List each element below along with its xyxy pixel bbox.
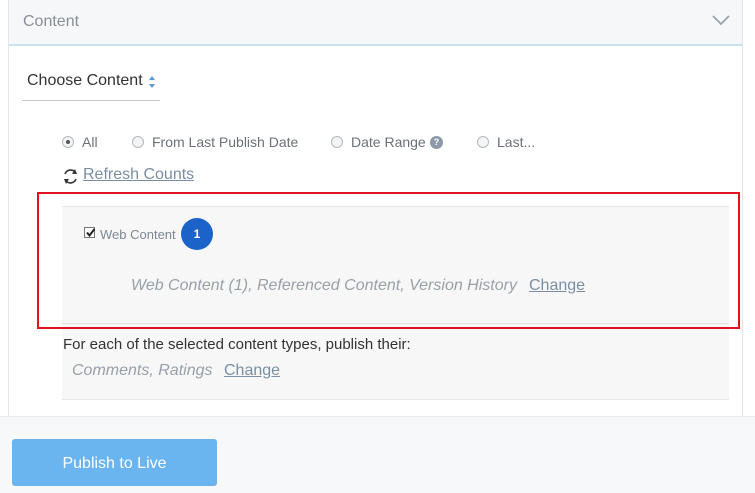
checkmark-icon	[86, 228, 96, 238]
choose-content-label: Choose Content	[27, 72, 143, 89]
radio-button[interactable]	[477, 136, 489, 148]
panel-title: Content	[23, 13, 80, 30]
refresh-counts[interactable]: Refresh Counts	[62, 166, 222, 186]
web-content-summary: Web Content (1), Referenced Content, Ver…	[131, 277, 517, 294]
radio-button[interactable]	[331, 136, 343, 148]
refresh-counts-link[interactable]: Refresh Counts	[83, 166, 194, 184]
radio-label: Date Range	[351, 134, 426, 150]
panel-header[interactable]: Content	[9, 0, 742, 46]
sort-icon	[149, 76, 155, 88]
publish-to-live-button[interactable]: Publish to Live	[12, 439, 217, 486]
web-content-checkbox[interactable]	[84, 227, 96, 238]
radio-label: All	[82, 134, 98, 150]
refresh-icon[interactable]	[62, 168, 79, 185]
step-badge: 1	[181, 218, 213, 250]
footer: Publish to Live	[0, 416, 755, 493]
divider	[62, 323, 729, 324]
radio-button[interactable]	[132, 136, 144, 148]
help-icon[interactable]: ?	[430, 136, 443, 149]
web-content-label[interactable]: Web Content	[100, 227, 176, 242]
radio-button[interactable]	[62, 136, 74, 148]
radio-label: Last...	[497, 134, 536, 150]
chevron-down-icon[interactable]	[712, 14, 730, 26]
related-heading: For each of the selected content types, …	[63, 336, 411, 353]
date-range-radio-group: All From Last Publish Date Date Range ? …	[62, 134, 662, 152]
web-content-change-link[interactable]: Change	[529, 277, 585, 295]
choose-content-dropdown[interactable]: Choose Content	[22, 70, 160, 101]
related-change-link[interactable]: Change	[224, 362, 280, 380]
radio-label: From Last Publish Date	[152, 134, 299, 150]
related-items: Comments, Ratings	[72, 362, 213, 379]
